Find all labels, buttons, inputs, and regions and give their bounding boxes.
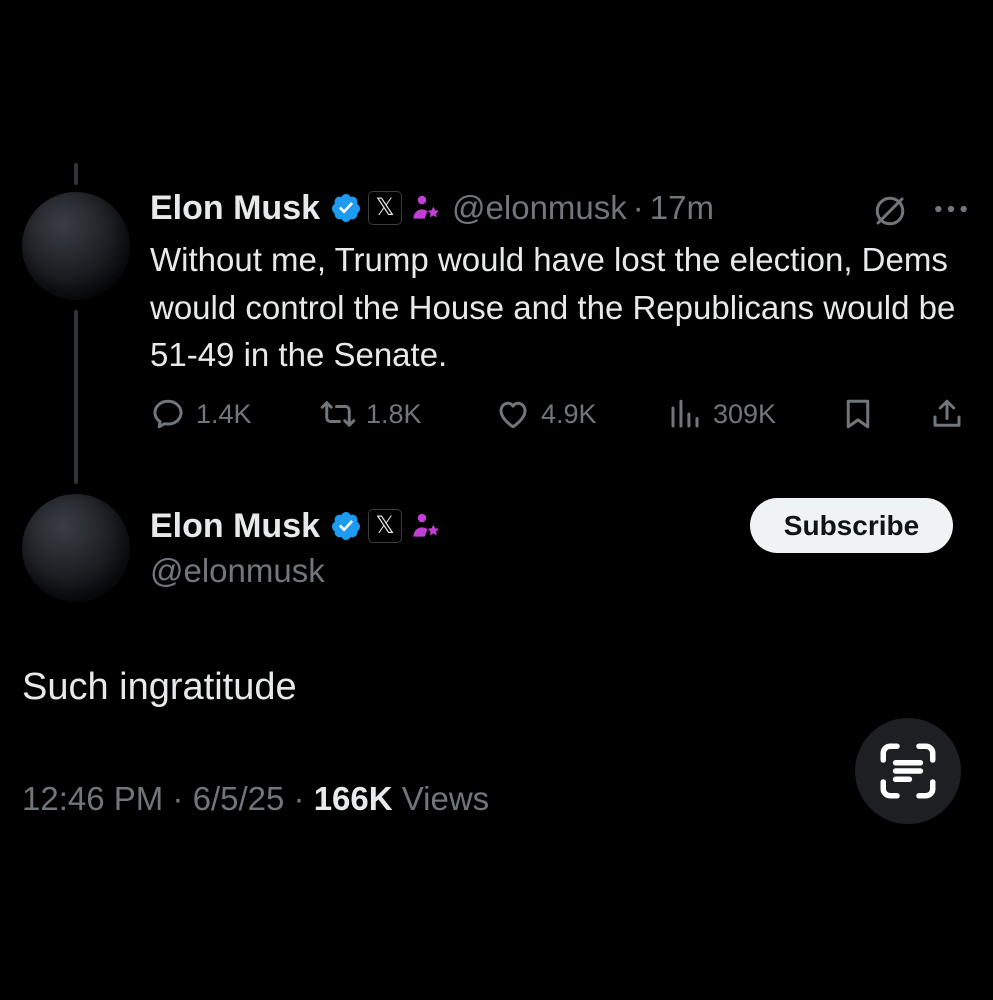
timestamp[interactable]: 17m xyxy=(650,189,714,227)
share-button[interactable] xyxy=(929,396,965,432)
display-name[interactable]: Elon Musk xyxy=(150,189,320,228)
affiliation-icon xyxy=(413,195,439,219)
repost-icon xyxy=(320,401,356,427)
avatar[interactable] xyxy=(22,494,130,602)
views-label: Views xyxy=(401,780,490,817)
grok-icon[interactable] xyxy=(872,193,908,229)
like-count: 4.9K xyxy=(541,398,597,429)
views-button[interactable]: 309K xyxy=(667,396,776,432)
repost-button[interactable]: 1.8K xyxy=(320,396,422,432)
tweet-header: Elon Musk 𝕏 @elonmusk · 17m xyxy=(150,188,714,228)
bookmark-button[interactable] xyxy=(840,396,876,432)
x-affiliate-icon: 𝕏 xyxy=(368,191,403,225)
verified-badge-icon xyxy=(332,194,361,222)
views-icon xyxy=(671,399,699,428)
tweet-actions: 1.4K 1.8K 4.9K 309K xyxy=(0,396,993,436)
thread-line-top xyxy=(74,163,78,185)
like-icon xyxy=(499,401,527,429)
text-scan-icon xyxy=(880,743,936,799)
reply-header: Elon Musk 𝕏 xyxy=(150,506,442,546)
bookmark-icon xyxy=(846,399,870,429)
share-icon xyxy=(933,399,961,427)
like-button[interactable]: 4.9K xyxy=(495,396,597,432)
views-count: 166K xyxy=(313,780,393,817)
text-scan-button[interactable] xyxy=(855,718,961,824)
handle[interactable]: @elonmusk xyxy=(150,552,325,590)
separator-dot: · xyxy=(172,780,184,817)
subscribe-button[interactable]: Subscribe xyxy=(750,498,953,553)
affiliation-icon xyxy=(413,513,439,537)
reply-button[interactable]: 1.4K xyxy=(150,396,252,432)
reply-icon xyxy=(153,399,183,429)
post-date[interactable]: 6/5/25 xyxy=(193,780,285,817)
more-icon[interactable] xyxy=(932,196,970,222)
post-time[interactable]: 12:46 PM xyxy=(22,780,163,817)
reply-count: 1.4K xyxy=(196,398,252,429)
verified-badge-icon xyxy=(332,512,361,540)
views-count: 309K xyxy=(713,398,777,429)
avatar[interactable] xyxy=(22,192,130,300)
tweet-meta: 12:46 PM · 6/5/25 · 166K Views xyxy=(22,780,489,818)
x-affiliate-icon: 𝕏 xyxy=(368,509,403,543)
separator-dot: · xyxy=(632,189,644,226)
reply-text: Such ingratitude xyxy=(22,666,297,708)
handle[interactable]: @elonmusk xyxy=(452,189,627,227)
display-name[interactable]: Elon Musk xyxy=(150,507,320,546)
separator-dot: · xyxy=(293,780,305,817)
repost-count: 1.8K xyxy=(366,398,422,429)
tweet-text: Without me, Trump would have lost the el… xyxy=(150,241,956,373)
